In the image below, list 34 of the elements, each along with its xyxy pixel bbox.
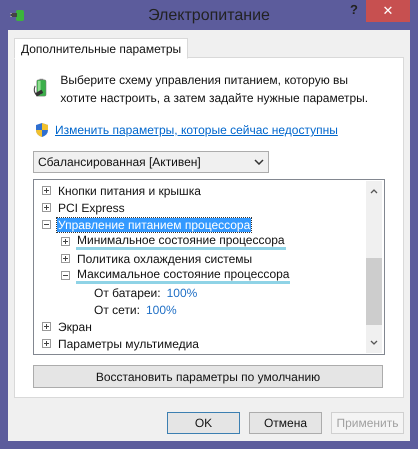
expand-icon[interactable]: [42, 322, 51, 331]
expand-icon[interactable]: [42, 339, 51, 348]
setting-label: От сети:: [94, 302, 140, 318]
window-title: Электропитание: [148, 6, 270, 26]
scroll-up-icon: [370, 189, 378, 194]
dialog-button[interactable]: Отмена: [249, 412, 322, 434]
expand-icon[interactable]: [42, 203, 51, 212]
tree-item[interactable]: Максимальное состояние процессора: [76, 267, 290, 284]
chevron-down-icon: [254, 159, 264, 165]
tree-item[interactable]: Экран: [57, 320, 93, 334]
expand-icon[interactable]: [61, 237, 70, 246]
tree-item[interactable]: Кнопки питания и крышка: [57, 184, 202, 198]
restore-defaults-button[interactable]: Восстановить параметры по умолчанию: [33, 365, 383, 388]
tree-item[interactable]: PCI Express: [57, 200, 126, 214]
tree-item[interactable]: Параметры мультимедиа: [57, 336, 200, 350]
tree-item[interactable]: Минимальное состояние процессора: [76, 233, 286, 250]
power-plug-icon: [10, 7, 26, 23]
setting-label: От батареи:: [94, 284, 161, 302]
tree-item[interactable]: Политика охлаждения системы: [76, 252, 254, 266]
scroll-down-icon: [370, 340, 378, 345]
dialog-button[interactable]: OK: [167, 412, 240, 434]
scrollbar-thumb[interactable]: [366, 258, 382, 325]
change-settings-link[interactable]: Изменить параметры, которые сейчас недоступны: [55, 121, 338, 139]
plan-dropdown[interactable]: Сбалансированная [Активен]: [33, 151, 269, 173]
setting-value[interactable]: 100%: [166, 284, 198, 302]
setting-value[interactable]: 100%: [146, 300, 177, 318]
shield-icon: [35, 122, 49, 138]
close-button[interactable]: ✕: [366, 0, 410, 22]
expand-icon[interactable]: [61, 254, 70, 263]
collapse-icon[interactable]: [61, 271, 70, 280]
tab[interactable]: Дополнительные параметры: [14, 38, 188, 59]
expand-icon[interactable]: [42, 186, 51, 195]
collapse-icon[interactable]: [42, 220, 51, 229]
instruction-text: Выберите схему управления питанием, которую вы хотите настроить, а затем задайте нужные параметры.: [60, 72, 370, 107]
